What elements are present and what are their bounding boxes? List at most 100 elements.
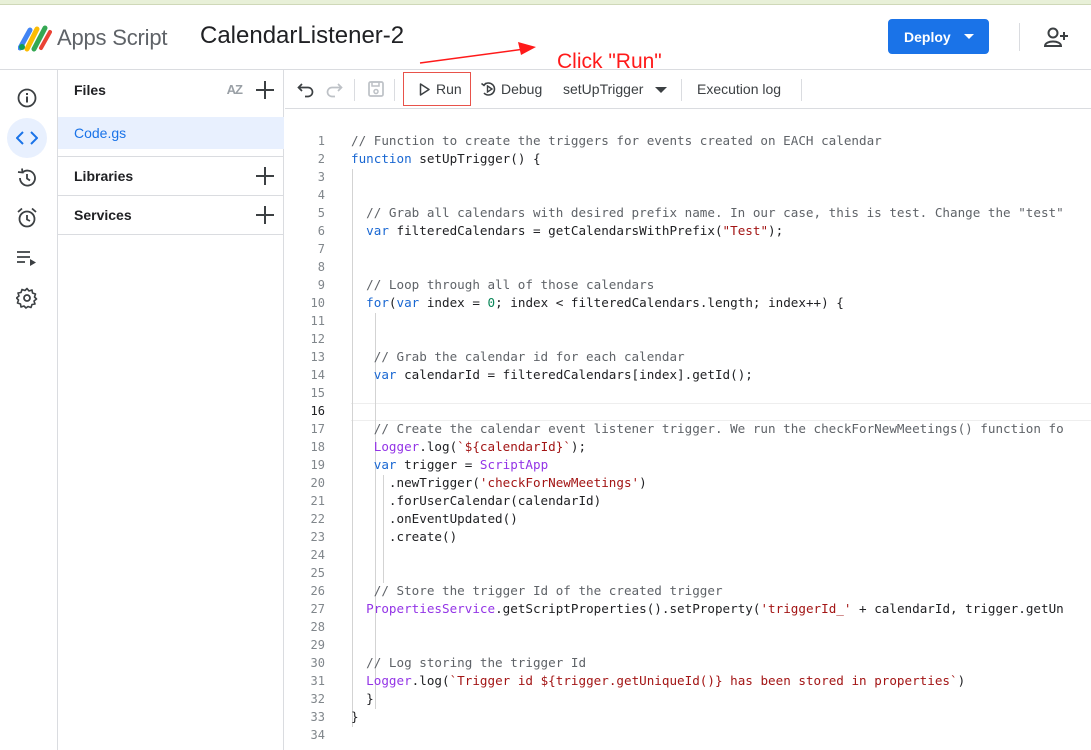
execution-log-button[interactable]: Execution log [697, 81, 781, 97]
line-number: 20 [310, 476, 325, 490]
line-number: 7 [317, 242, 325, 256]
toolbar-divider [681, 79, 682, 101]
add-file-icon[interactable] [256, 80, 274, 99]
code-line[interactable]: // Store the trigger Id of the created t… [351, 583, 723, 598]
file-item-code-gs[interactable]: Code.gs [58, 117, 284, 149]
code-line[interactable]: } [351, 691, 374, 706]
code-line[interactable]: // Log storing the trigger Id [351, 655, 586, 670]
sort-az-icon[interactable]: AZ [227, 82, 243, 97]
overview-icon[interactable] [7, 78, 47, 118]
line-number: 31 [310, 674, 325, 688]
services-label: Services [74, 206, 132, 223]
settings-gear-icon[interactable] [7, 278, 47, 318]
line-number: 27 [310, 602, 325, 616]
play-icon [419, 83, 430, 96]
files-label: Files [74, 81, 106, 98]
toolbar-divider [354, 79, 355, 101]
files-header: Files AZ [58, 70, 284, 109]
apps-script-logo[interactable] [18, 24, 52, 52]
line-number: 4 [317, 188, 325, 202]
code-line[interactable]: var trigger = ScriptApp [351, 457, 548, 472]
code-line[interactable]: // Function to create the triggers for e… [351, 133, 882, 148]
line-number: 2 [317, 152, 325, 166]
line-number: 11 [310, 314, 325, 328]
header-divider [1019, 23, 1020, 51]
line-number: 12 [310, 332, 325, 346]
file-name: Code.gs [74, 125, 127, 141]
code-line[interactable]: PropertiesService.getScriptProperties().… [351, 601, 1064, 616]
toolbar-divider [394, 79, 395, 101]
line-number: 1 [317, 134, 325, 148]
alarm-clock-icon[interactable] [7, 198, 47, 238]
executions-icon[interactable] [7, 238, 47, 278]
line-number: 17 [310, 422, 325, 436]
undo-icon[interactable] [297, 80, 315, 98]
code-line[interactable]: // Grab the calendar id for each calenda… [351, 349, 685, 364]
chevron-down-icon[interactable] [964, 34, 974, 39]
code-line[interactable]: // Loop through all of those calendars [351, 277, 654, 292]
add-library-icon[interactable] [256, 166, 274, 185]
line-number: 5 [317, 206, 325, 220]
line-number: 14 [310, 368, 325, 382]
code-line[interactable]: var filteredCalendars = getCalendarsWith… [351, 223, 783, 238]
run-button[interactable]: Run [403, 72, 471, 106]
line-number: 10 [310, 296, 325, 310]
line-number: 6 [317, 224, 325, 238]
line-number: 33 [310, 710, 325, 724]
services-row[interactable]: Services [58, 195, 284, 234]
code-line[interactable]: Logger.log(`${calendarId}`); [351, 439, 586, 454]
line-number: 19 [310, 458, 325, 472]
code-line[interactable]: // Create the calendar event listener tr… [351, 421, 1064, 436]
line-number: 32 [310, 692, 325, 706]
code-line[interactable]: .forUserCalendar(calendarId) [351, 493, 601, 508]
editor-toolbar: Run Debug setUpTrigger Execution log [285, 70, 1091, 109]
divider [58, 234, 284, 235]
line-number: 28 [310, 620, 325, 634]
line-number: 24 [310, 548, 325, 562]
line-number: 8 [317, 260, 325, 274]
code-editor-icon[interactable] [7, 118, 47, 158]
left-nav-rail [0, 70, 58, 750]
run-label: Run [436, 81, 462, 97]
line-number: 26 [310, 584, 325, 598]
code-editor[interactable]: 1 2 3 4 5 6 7 8 9 10 11 12 13 14 15 16 17 18 19 20 21 22 23 24 2… [285, 110, 1091, 750]
debug-button[interactable]: Debug [501, 81, 542, 97]
code-line[interactable]: // Grab all calendars with desired prefi… [351, 205, 1064, 220]
line-number: 29 [310, 638, 325, 652]
code-line[interactable]: .create() [351, 529, 457, 544]
deploy-button[interactable]: Deploy [888, 19, 989, 54]
code-line[interactable]: for(var index = 0; index < filteredCalen… [351, 295, 844, 310]
code-line[interactable]: } [351, 709, 359, 724]
line-number: 21 [310, 494, 325, 508]
toolbar-divider [801, 79, 802, 101]
current-line-highlight [351, 403, 1091, 421]
line-number: 13 [310, 350, 325, 364]
add-person-icon[interactable] [1044, 26, 1070, 48]
chevron-down-icon[interactable] [655, 87, 667, 93]
line-number: 3 [317, 170, 325, 184]
save-icon[interactable] [367, 80, 385, 98]
code-line[interactable]: function setUpTrigger() { [351, 151, 541, 166]
project-title[interactable]: CalendarListener-2 [200, 22, 404, 50]
brand-name: Apps Script [57, 25, 168, 50]
line-number: 23 [310, 530, 325, 544]
code-line[interactable]: var calendarId = filteredCalendars[index… [351, 367, 753, 382]
line-number: 22 [310, 512, 325, 526]
code-line[interactable]: .newTrigger('checkForNewMeetings') [351, 475, 647, 490]
files-panel: Files AZ Code.gs Libraries Services [58, 70, 284, 750]
function-select[interactable]: setUpTrigger [563, 81, 643, 97]
line-number: 30 [310, 656, 325, 670]
history-icon[interactable] [7, 158, 47, 198]
redo-icon[interactable] [325, 80, 343, 98]
line-number: 15 [310, 386, 325, 400]
line-number: 25 [310, 566, 325, 580]
line-number: 18 [310, 440, 325, 454]
libraries-row[interactable]: Libraries [58, 156, 284, 195]
annotation-arrow [419, 42, 536, 64]
line-number: 9 [317, 278, 325, 292]
line-number: 16 [310, 404, 325, 418]
code-line[interactable]: Logger.log(`Trigger id ${trigger.getUniq… [351, 673, 965, 688]
code-line[interactable]: .onEventUpdated() [351, 511, 518, 526]
add-service-icon[interactable] [256, 205, 274, 224]
debug-icon[interactable] [480, 80, 498, 98]
